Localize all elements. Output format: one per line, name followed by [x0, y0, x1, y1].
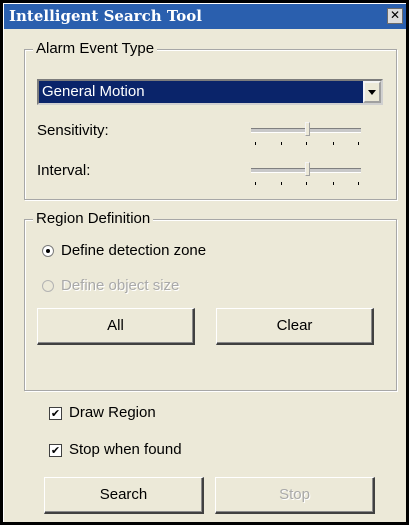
region-definition-group: Region Definition Define detection zone …	[24, 210, 397, 391]
tick-mark	[255, 182, 256, 185]
tick-mark	[333, 182, 334, 185]
draw-region-label: Draw Region	[69, 404, 156, 421]
interval-slider[interactable]	[251, 162, 363, 188]
alarm-event-legend: Alarm Event Type	[33, 40, 158, 58]
sensitivity-slider[interactable]	[251, 122, 363, 148]
interval-label: Interval:	[37, 162, 91, 179]
region-definition-legend: Region Definition	[33, 210, 154, 228]
sensitivity-slider-thumb[interactable]	[305, 122, 310, 136]
tick-mark	[306, 182, 307, 185]
interval-slider-thumb[interactable]	[305, 162, 310, 176]
tick-mark	[255, 142, 256, 145]
search-tool-window: Intelligent Search Tool ✕ Alarm Event Ty…	[3, 3, 406, 522]
window-title: Intelligent Search Tool	[9, 7, 202, 25]
alarm-type-select[interactable]: General Motion	[37, 79, 383, 105]
tick-mark	[333, 142, 334, 145]
close-button[interactable]: ✕	[387, 8, 403, 24]
sensitivity-label: Sensitivity:	[37, 122, 109, 139]
all-button[interactable]: All	[37, 308, 195, 345]
close-icon: ✕	[389, 8, 401, 22]
title-bar[interactable]: Intelligent Search Tool ✕	[4, 4, 406, 29]
stop-when-found-label: Stop when found	[69, 441, 182, 458]
checkbox-checked[interactable]: ✔	[49, 407, 62, 420]
radio-button-checked[interactable]	[42, 245, 54, 257]
tick-mark	[358, 142, 359, 145]
alarm-event-group: Alarm Event Type General Motion Sensitiv…	[24, 40, 397, 200]
radio-button-disabled	[42, 280, 54, 292]
alarm-type-value: General Motion	[42, 83, 145, 100]
chevron-down-icon[interactable]	[363, 81, 381, 103]
checkbox-checked[interactable]: ✔	[49, 444, 62, 457]
tick-mark	[281, 142, 282, 145]
tick-mark	[281, 182, 282, 185]
radio-define-object-label: Define object size	[61, 277, 180, 294]
search-button[interactable]: Search	[44, 477, 204, 514]
clear-button[interactable]: Clear	[216, 308, 374, 345]
tick-mark	[358, 182, 359, 185]
tick-mark	[306, 142, 307, 145]
radio-define-zone-label: Define detection zone	[61, 242, 207, 259]
stop-button: Stop	[215, 477, 375, 514]
